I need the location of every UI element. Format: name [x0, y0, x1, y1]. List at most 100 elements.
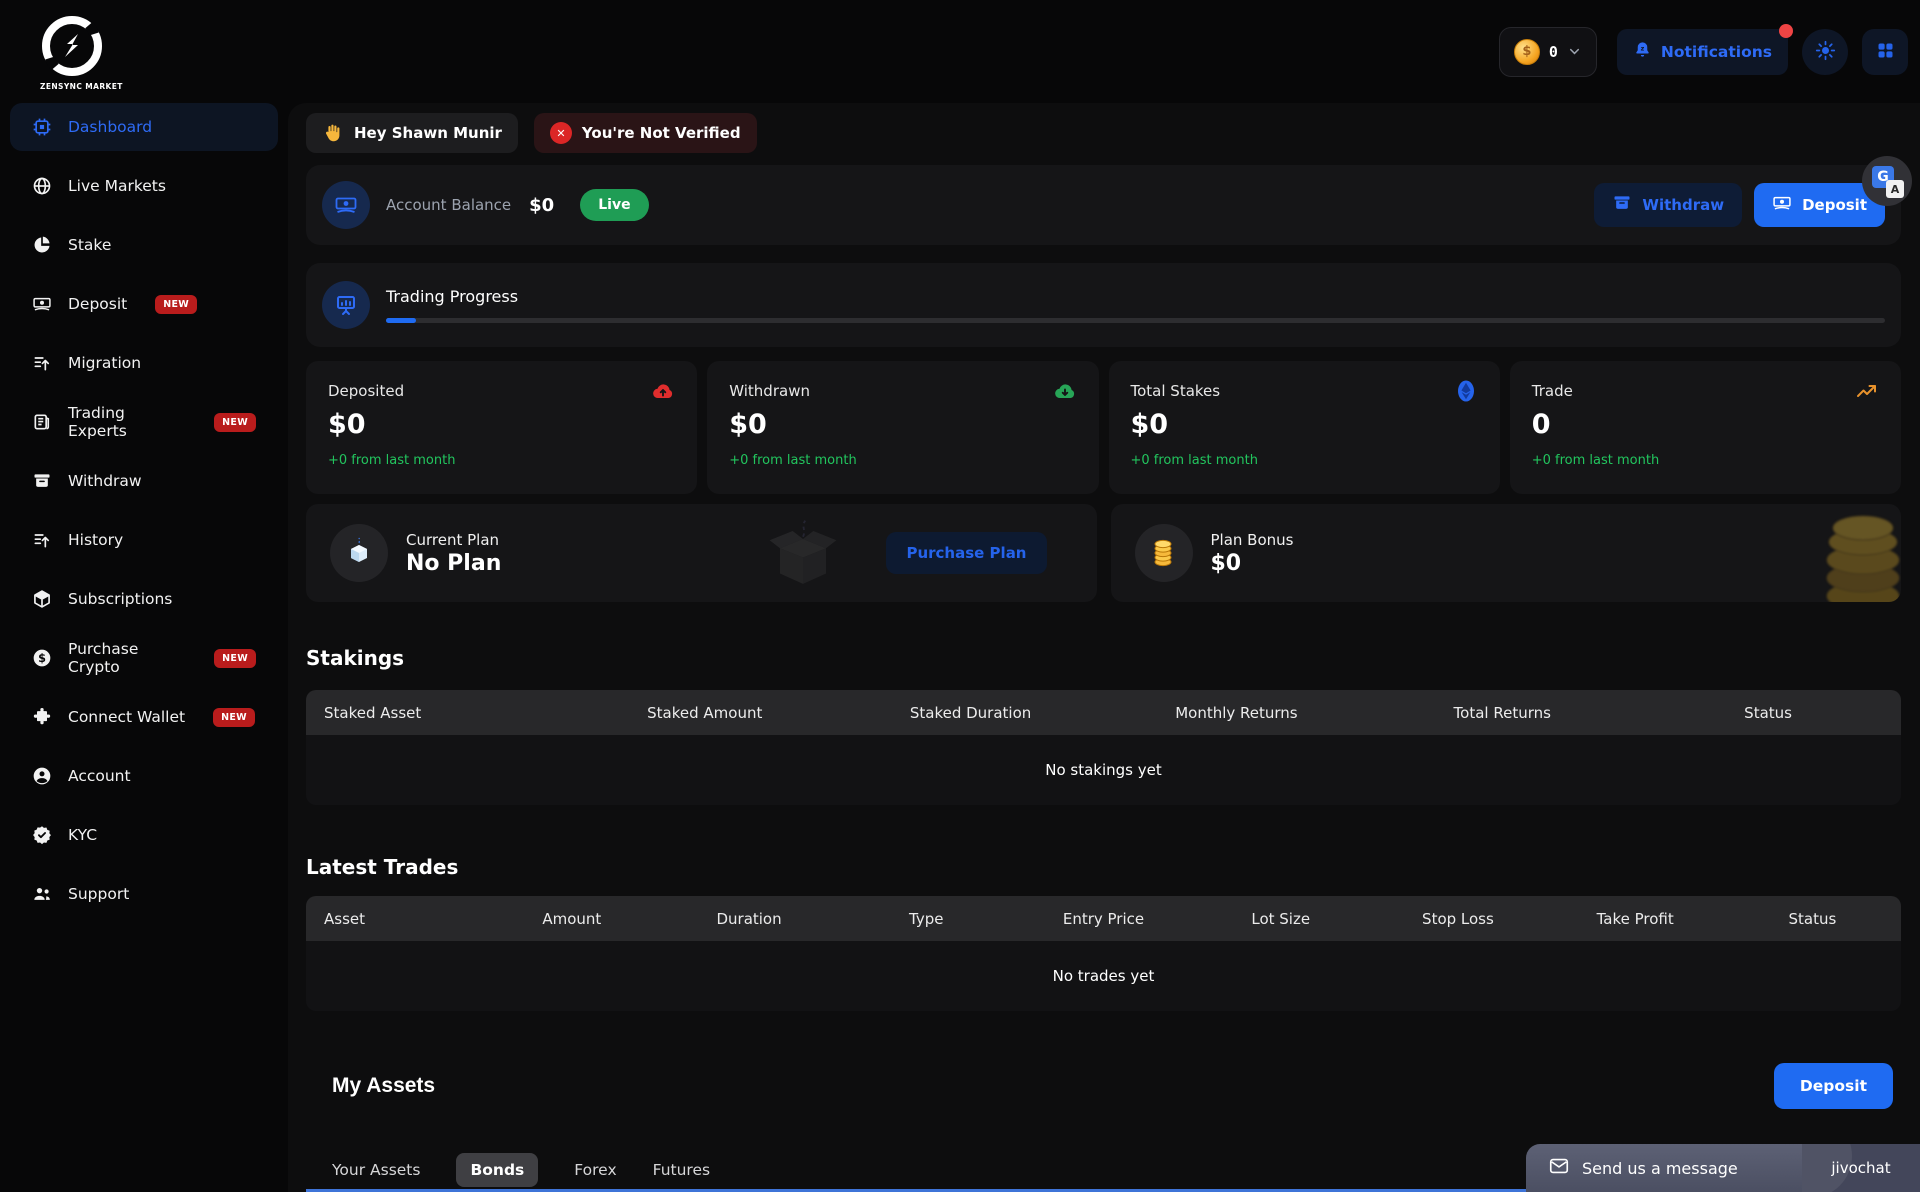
stat-title: Total Stakes	[1131, 382, 1221, 400]
sidebar-item-purchase-crypto[interactable]: $ Purchase Crypto NEW	[10, 634, 278, 682]
stat-value: 0	[1532, 409, 1879, 440]
notifications-button[interactable]: z Notifications	[1617, 29, 1788, 75]
sidebar-item-label: Purchase Crypto	[68, 640, 186, 676]
theme-toggle-button[interactable]	[1802, 29, 1848, 75]
coin-balance-dropdown[interactable]: $ 0	[1499, 27, 1597, 77]
bell-icon: z	[1633, 40, 1652, 63]
sidebar-item-withdraw[interactable]: Withdraw	[10, 457, 278, 505]
sidebar: ZENSYNC MARKET Dashboard Live Markets Stak…	[0, 0, 288, 1192]
plan-row: Current Plan No Plan Purchase Plan Plan …	[306, 504, 1901, 602]
new-badge: NEW	[214, 649, 256, 668]
stakings-title: Stakings	[306, 646, 1901, 670]
tab-your-assets[interactable]: Your Assets	[332, 1161, 420, 1179]
trading-progress-card: Trading Progress	[306, 263, 1901, 347]
assets-deposit-button[interactable]: Deposit	[1774, 1063, 1893, 1109]
stat-delta: +0 from last month	[1532, 453, 1879, 468]
live-badge: Live	[580, 189, 648, 221]
stat-title: Deposited	[328, 382, 404, 400]
x-circle-icon: ✕	[550, 122, 572, 144]
top-header: $ 0 z Notifications	[288, 0, 1920, 103]
chart-board-icon	[322, 281, 370, 329]
cloud-arrow-down-icon	[1053, 379, 1077, 403]
column-header-status: Status	[1724, 910, 1901, 928]
sidebar-item-subscriptions[interactable]: Subscriptions	[10, 575, 278, 623]
stat-value: $0	[1131, 409, 1478, 440]
tab-forex[interactable]: Forex	[574, 1161, 616, 1179]
sidebar-item-label: Live Markets	[68, 177, 166, 195]
sidebar-nav: Dashboard Live Markets Stake DepositNEW Migr…	[0, 103, 288, 929]
stat-delta: +0 from last month	[729, 453, 1076, 468]
sidebar-item-label: KYC	[68, 826, 97, 844]
balance-actions: Withdraw Deposit	[1594, 183, 1885, 227]
stats-row: Deposited$0+0 from last monthWithdrawn$0…	[306, 361, 1901, 494]
stat-card-withdrawn: Withdrawn$0+0 from last month	[707, 361, 1098, 494]
account-balance-value: $0	[529, 195, 554, 216]
apps-grid-button[interactable]	[1862, 29, 1908, 75]
sidebar-item-connect-wallet[interactable]: Connect WalletNEW	[10, 693, 278, 741]
coin-stack-art	[1821, 510, 1901, 602]
tab-futures[interactable]: Futures	[653, 1161, 710, 1179]
account-balance-label: Account Balance	[386, 196, 511, 214]
trading-progress-title: Trading Progress	[386, 287, 1885, 306]
sidebar-item-trading-experts[interactable]: Trading ExpertsNEW	[10, 398, 278, 446]
sidebar-item-label: History	[68, 531, 123, 549]
grid-icon	[1875, 40, 1896, 64]
column-header-stop-loss: Stop Loss	[1369, 910, 1546, 928]
plan-bonus-card: Plan Bonus $0	[1111, 504, 1902, 602]
chat-widget[interactable]: Send us a message jivochat	[1526, 1144, 1920, 1192]
withdraw-button[interactable]: Withdraw	[1594, 183, 1742, 227]
banknote-icon	[32, 294, 52, 314]
google-translate-icon: G A	[1872, 166, 1902, 196]
wave-hand-icon	[322, 122, 344, 144]
column-header-status: Status	[1635, 704, 1901, 722]
sidebar-item-deposit[interactable]: DepositNEW	[10, 280, 278, 328]
empty-box-art	[757, 508, 849, 600]
banknote-circle-icon	[322, 181, 370, 229]
purchase-plan-button[interactable]: Purchase Plan	[886, 532, 1046, 574]
google-translate-button[interactable]: G A	[1862, 156, 1912, 206]
trades-table-header: AssetAmountDurationTypeEntry PriceLot Si…	[306, 896, 1901, 941]
current-plan-card: Current Plan No Plan Purchase Plan	[306, 504, 1097, 602]
stat-value: $0	[729, 409, 1076, 440]
sidebar-item-stake[interactable]: Stake	[10, 221, 278, 269]
sidebar-item-history[interactable]: History	[10, 516, 278, 564]
right-column: $ 0 z Notifications	[288, 0, 1920, 1192]
jivochat-logo: jivochat	[1802, 1144, 1920, 1192]
globe-icon	[32, 176, 52, 196]
sidebar-item-live-markets[interactable]: Live Markets	[10, 162, 278, 210]
latest-trades-title: Latest Trades	[306, 855, 1901, 879]
archive-tray-icon	[32, 471, 52, 491]
puzzle-icon	[32, 707, 52, 727]
progress-fill	[386, 318, 416, 323]
stat-card-total-stakes: Total Stakes$0+0 from last month	[1109, 361, 1500, 494]
current-plan-label: Current Plan	[406, 531, 501, 549]
not-verified-chip[interactable]: ✕ You're Not Verified	[534, 113, 757, 153]
my-assets-header: My Assets Deposit	[306, 1063, 1901, 1109]
greeting-text: Hey Shawn Munir	[354, 124, 502, 142]
trades-table: AssetAmountDurationTypeEntry PriceLot Si…	[306, 896, 1901, 1011]
sidebar-item-dashboard[interactable]: Dashboard	[10, 103, 278, 151]
stakings-table: Staked AssetStaked AmountStaked Duration…	[306, 690, 1901, 805]
list-arrow-up-icon	[32, 530, 52, 550]
sidebar-item-label: Withdraw	[68, 472, 142, 490]
archive-tray-icon	[1612, 193, 1632, 217]
cloud-arrow-up-icon	[651, 379, 675, 403]
banknote-icon	[1772, 193, 1792, 217]
ice-cube-icon	[330, 524, 388, 582]
sidebar-item-kyc[interactable]: KYC	[10, 811, 278, 859]
brand-logo-icon	[40, 14, 288, 78]
badge-check-icon	[32, 825, 52, 845]
trading-progress-bar	[386, 318, 1885, 323]
svg-text:$: $	[38, 652, 46, 665]
column-header-monthly-returns: Monthly Returns	[1104, 704, 1370, 722]
gold-coins-icon	[1135, 524, 1193, 582]
logo[interactable]: ZENSYNC MARKET	[0, 0, 288, 91]
column-header-asset: Asset	[306, 910, 483, 928]
envelope-icon	[1548, 1155, 1570, 1181]
sidebar-item-account[interactable]: Account	[10, 752, 278, 800]
tab-bonds[interactable]: Bonds	[456, 1153, 538, 1187]
cpu-icon	[32, 117, 52, 137]
sidebar-item-support[interactable]: Support	[10, 870, 278, 918]
column-header-lot-size: Lot Size	[1192, 910, 1369, 928]
sidebar-item-migration[interactable]: Migration	[10, 339, 278, 387]
